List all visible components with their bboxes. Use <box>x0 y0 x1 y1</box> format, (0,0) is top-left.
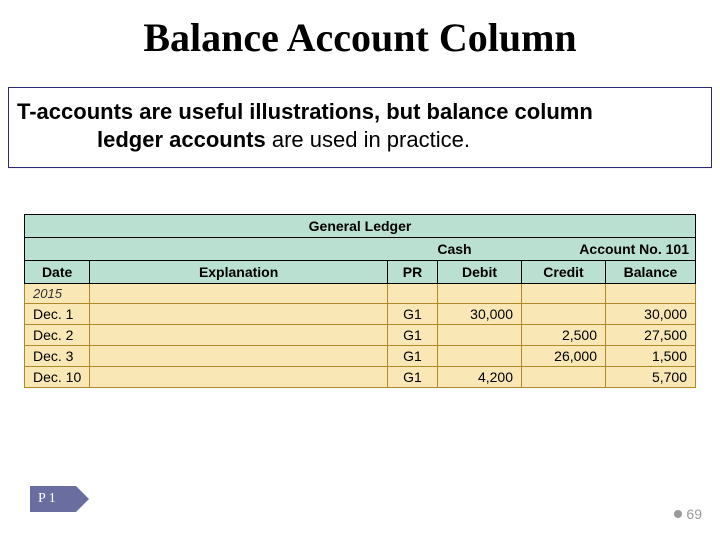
cell-credit: 26,000 <box>522 346 606 367</box>
slide-title: Balance Account Column <box>0 0 720 69</box>
ledger-container: General Ledger Cash Account No. 101 Date… <box>24 214 696 388</box>
ledger-column-row: Date Explanation PR Debit Credit Balance <box>25 261 696 284</box>
cell-debit <box>438 346 522 367</box>
col-credit: Credit <box>522 261 606 284</box>
ledger-account-name: Cash <box>388 238 522 261</box>
table-row: Dec. 3 G1 26,000 1,500 <box>25 346 696 367</box>
cell-credit: 2,500 <box>522 325 606 346</box>
table-row: Dec. 10 G1 4,200 5,700 <box>25 367 696 388</box>
cell-date: Dec. 1 <box>25 304 90 325</box>
col-explanation: Explanation <box>90 261 388 284</box>
callout-suffix: are used in practice. <box>272 127 470 152</box>
cell-debit: 30,000 <box>438 304 522 325</box>
cell-debit: 4,200 <box>438 367 522 388</box>
cell-pr: G1 <box>388 325 438 346</box>
callout-box: T-accounts are useful illustrations, but… <box>8 87 712 168</box>
cell-balance: 30,000 <box>606 304 696 325</box>
cell-explanation <box>90 304 388 325</box>
cell-pr: G1 <box>388 367 438 388</box>
col-pr: PR <box>388 261 438 284</box>
col-date: Date <box>25 261 90 284</box>
cell-balance: 27,500 <box>606 325 696 346</box>
cell-date: Dec. 3 <box>25 346 90 367</box>
cell-credit <box>522 367 606 388</box>
ledger-title: General Ledger <box>25 215 696 238</box>
p1-tag: P 1 <box>30 486 76 512</box>
ledger-table: General Ledger Cash Account No. 101 Date… <box>24 214 696 388</box>
p1-label: P 1 <box>38 491 56 507</box>
callout-prefix: T-accounts are useful illustrations, but <box>17 99 427 124</box>
cell-credit <box>522 304 606 325</box>
table-row: Dec. 1 G1 30,000 30,000 <box>25 304 696 325</box>
ledger-year-row: 2015 <box>25 284 696 304</box>
cell-balance: 5,700 <box>606 367 696 388</box>
cell-balance: 1,500 <box>606 346 696 367</box>
col-balance: Balance <box>606 261 696 284</box>
cell-explanation <box>90 325 388 346</box>
cell-date: Dec. 10 <box>25 367 90 388</box>
cell-pr: G1 <box>388 346 438 367</box>
callout-bold2: ledger accounts <box>97 127 272 152</box>
table-row: Dec. 2 G1 2,500 27,500 <box>25 325 696 346</box>
ledger-header-row: General Ledger <box>25 215 696 238</box>
cell-debit <box>438 325 522 346</box>
ledger-year: 2015 <box>25 284 90 304</box>
ledger-subheader-row: Cash Account No. 101 <box>25 238 696 261</box>
cell-explanation <box>90 367 388 388</box>
cell-date: Dec. 2 <box>25 325 90 346</box>
slide-number-text: 69 <box>686 506 702 522</box>
callout-bold1: balance column <box>427 99 593 124</box>
cell-pr: G1 <box>388 304 438 325</box>
ledger-account-no: Account No. 101 <box>522 238 696 261</box>
slide-number: 69 <box>674 506 702 522</box>
col-debit: Debit <box>438 261 522 284</box>
cell-explanation <box>90 346 388 367</box>
